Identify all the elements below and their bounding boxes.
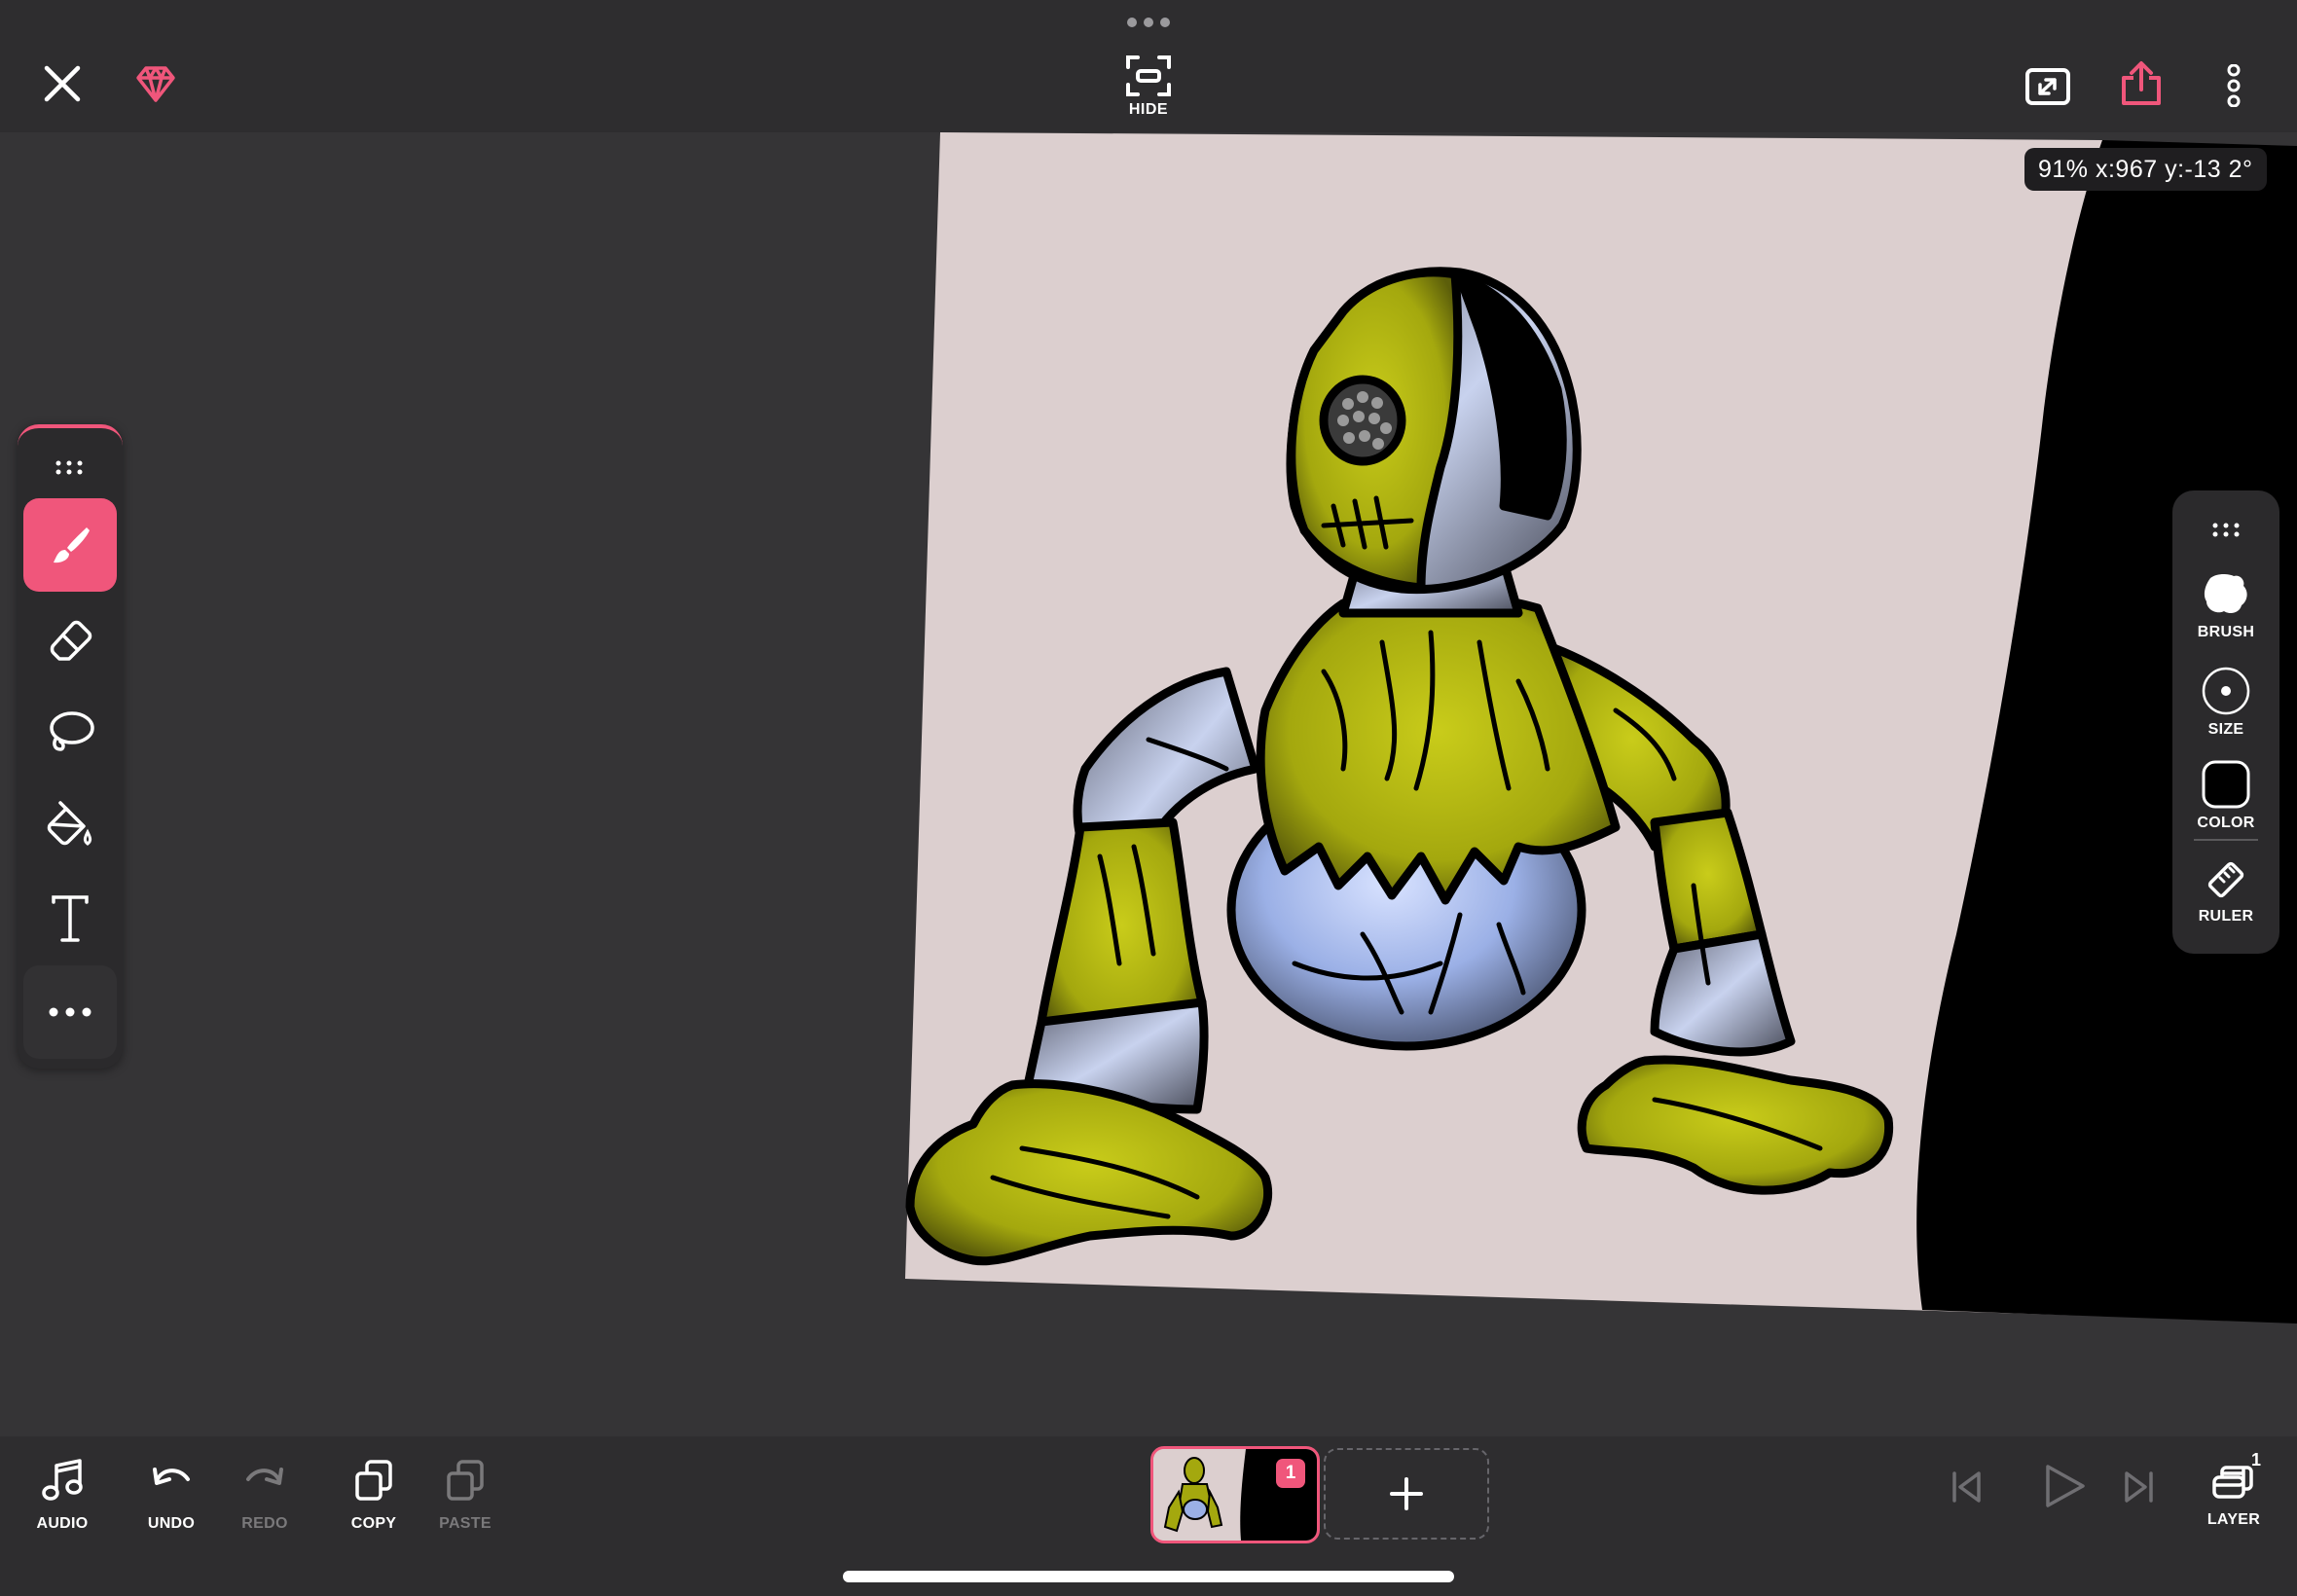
text-tool[interactable] [23, 872, 117, 965]
layers-icon [2212, 1466, 2253, 1499]
size-button[interactable]: SIZE [2172, 666, 2279, 739]
drag-grip-icon[interactable] [1125, 16, 1172, 29]
skip-to-end-icon [2125, 1471, 2153, 1503]
eraser-icon [50, 620, 92, 661]
last-frame-button[interactable] [2110, 1468, 2169, 1511]
more-horizontal-icon [49, 1007, 91, 1017]
undo-icon [153, 1468, 190, 1485]
audio-button[interactable]: AUDIO [14, 1458, 111, 1533]
audio-label: AUDIO [36, 1515, 89, 1532]
size-icon [2202, 667, 2250, 715]
panel-divider [2194, 839, 2258, 841]
undo-label: UNDO [147, 1515, 196, 1532]
more-options-button[interactable] [2209, 58, 2258, 113]
brush-type-button[interactable]: BRUSH [2172, 570, 2279, 641]
paste-button[interactable]: PASTE [417, 1458, 514, 1533]
music-note-icon [42, 1459, 83, 1501]
copy-button[interactable]: COPY [325, 1458, 422, 1533]
first-frame-button[interactable] [1937, 1468, 1995, 1511]
copy-icon [355, 1460, 392, 1501]
ruler-label: RULER [2198, 908, 2254, 925]
fill-bucket-icon [47, 801, 92, 846]
tool-panel [18, 424, 123, 1069]
close-icon [44, 65, 81, 102]
copy-label: COPY [350, 1515, 397, 1532]
brush-tool[interactable] [23, 498, 117, 592]
size-label: SIZE [2207, 721, 2244, 738]
paste-label: PASTE [439, 1515, 492, 1532]
layer-button[interactable]: 1 LAYER [2186, 1450, 2281, 1529]
redo-button[interactable]: REDO [216, 1458, 313, 1533]
color-button[interactable]: COLOR [2172, 759, 2279, 832]
paste-icon [447, 1460, 484, 1501]
ruler-button[interactable]: RULER [2172, 856, 2279, 925]
premium-gem-icon [136, 66, 175, 102]
frame-thumbnail[interactable]: 1 [1150, 1446, 1320, 1543]
panel-grip-icon[interactable] [2211, 522, 2241, 537]
redo-icon [246, 1468, 283, 1485]
skip-to-start-icon [1952, 1471, 1981, 1503]
hide-label[interactable]: HIDE [1100, 101, 1197, 119]
canvas-area[interactable]: 91% x:967 y:-13 2° [0, 132, 2297, 1436]
text-icon [52, 895, 89, 942]
lasso-tool[interactable] [23, 685, 117, 779]
fullscreen-button[interactable] [2019, 62, 2077, 111]
layer-label: LAYER [2206, 1511, 2261, 1528]
undo-button[interactable]: UNDO [123, 1458, 220, 1533]
drawing-canvas[interactable] [0, 132, 2297, 1436]
add-frame-button[interactable] [1324, 1448, 1489, 1540]
brush-properties-panel: BRUSH SIZE COLOR RULER [2172, 490, 2279, 954]
panel-grip-icon[interactable] [55, 459, 84, 475]
color-swatch-icon [2202, 760, 2250, 809]
brush-label: BRUSH [2197, 624, 2255, 640]
more-tools-button[interactable] [23, 965, 117, 1059]
layer-count: 1 [2250, 1450, 2261, 1469]
fullscreen-icon [2025, 68, 2070, 105]
premium-button[interactable] [127, 54, 185, 113]
hide-ui-icon [1126, 55, 1171, 96]
eraser-tool[interactable] [23, 592, 117, 685]
top-toolbar: HIDE [0, 0, 2297, 132]
more-vertical-icon [2227, 64, 2241, 107]
brush-stroke-icon [2204, 574, 2247, 613]
close-button[interactable] [33, 54, 91, 113]
plus-icon [1390, 1477, 1423, 1510]
brush-icon [54, 527, 90, 563]
frame-number-badge: 1 [1276, 1459, 1305, 1488]
fill-tool[interactable] [23, 779, 117, 872]
share-button[interactable] [2110, 56, 2172, 111]
play-icon [2046, 1465, 2085, 1507]
play-button[interactable] [2030, 1462, 2098, 1515]
home-indicator[interactable] [843, 1571, 1454, 1582]
share-icon [2122, 61, 2161, 105]
zoom-position-readout: 91% x:967 y:-13 2° [2024, 148, 2267, 191]
hide-ui-button[interactable] [1110, 51, 1187, 101]
ruler-icon [2207, 861, 2244, 898]
flipaclip-app: 91% x:967 y:-13 2° HIDE BRUSH SIZE COLOR… [0, 0, 2297, 1596]
color-label: COLOR [2197, 815, 2255, 831]
redo-label: REDO [241, 1515, 288, 1532]
lasso-icon [50, 711, 94, 751]
